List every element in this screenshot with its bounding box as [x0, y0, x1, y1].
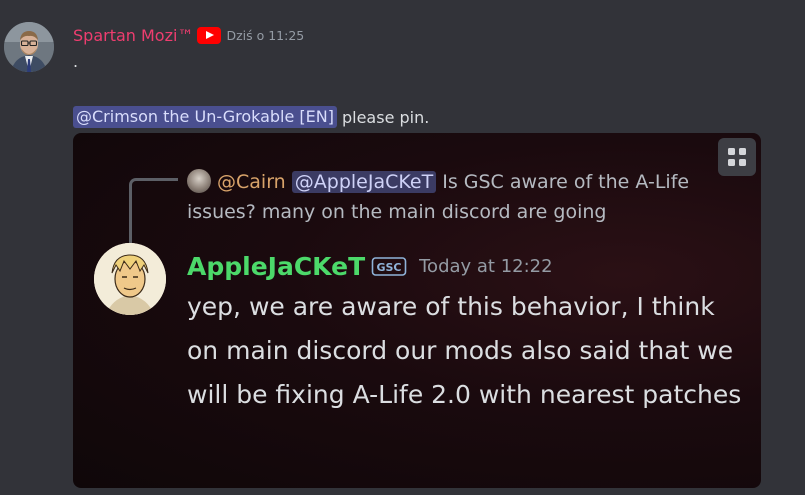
- avatar[interactable]: [4, 22, 54, 72]
- inner-avatar: [94, 243, 166, 315]
- message-header: Spartan Mozi™ Dziś o 11:25: [73, 24, 304, 46]
- reply-mention: @AppleJaCKeT: [291, 171, 437, 193]
- message-text: please pin.: [341, 107, 430, 127]
- inner-message-header: AppleJaCKeT GSC Today at 12:22: [187, 249, 553, 283]
- gsc-icon: GSC: [371, 257, 407, 276]
- message-text-line: .: [73, 52, 79, 71]
- expand-button[interactable]: [718, 138, 756, 176]
- timestamp: Dziś o 11:25: [226, 27, 305, 43]
- avatar-image: [4, 22, 54, 72]
- username[interactable]: Spartan Mozi™: [73, 26, 193, 45]
- inner-message-body: yep, we are aware of this behavior, I th…: [187, 292, 742, 409]
- svg-text:GSC: GSC: [377, 261, 402, 274]
- inner-timestamp: Today at 12:22: [419, 255, 553, 277]
- user-mention[interactable]: @Crimson the Un-Grokable [EN]: [73, 106, 337, 128]
- reply-preview: @Cairn @AppleJaCKeT Is GSC aware of the …: [187, 167, 707, 227]
- image-attachment[interactable]: @Cairn @AppleJaCKeT Is GSC aware of the …: [73, 133, 761, 488]
- inner-avatar-image: [94, 243, 166, 315]
- reply-avatar: [187, 169, 211, 193]
- reply-author: @Cairn: [217, 171, 286, 193]
- youtube-icon: [197, 26, 222, 44]
- chat-message: Spartan Mozi™ Dziś o 11:25 . @Crimson th…: [0, 0, 805, 495]
- reply-connector: [129, 178, 178, 249]
- expand-icon: [728, 148, 746, 166]
- inner-username: AppleJaCKeT: [187, 251, 366, 281]
- message-text-pin-request: @Crimson the Un-Grokable [EN] please pin…: [73, 105, 429, 129]
